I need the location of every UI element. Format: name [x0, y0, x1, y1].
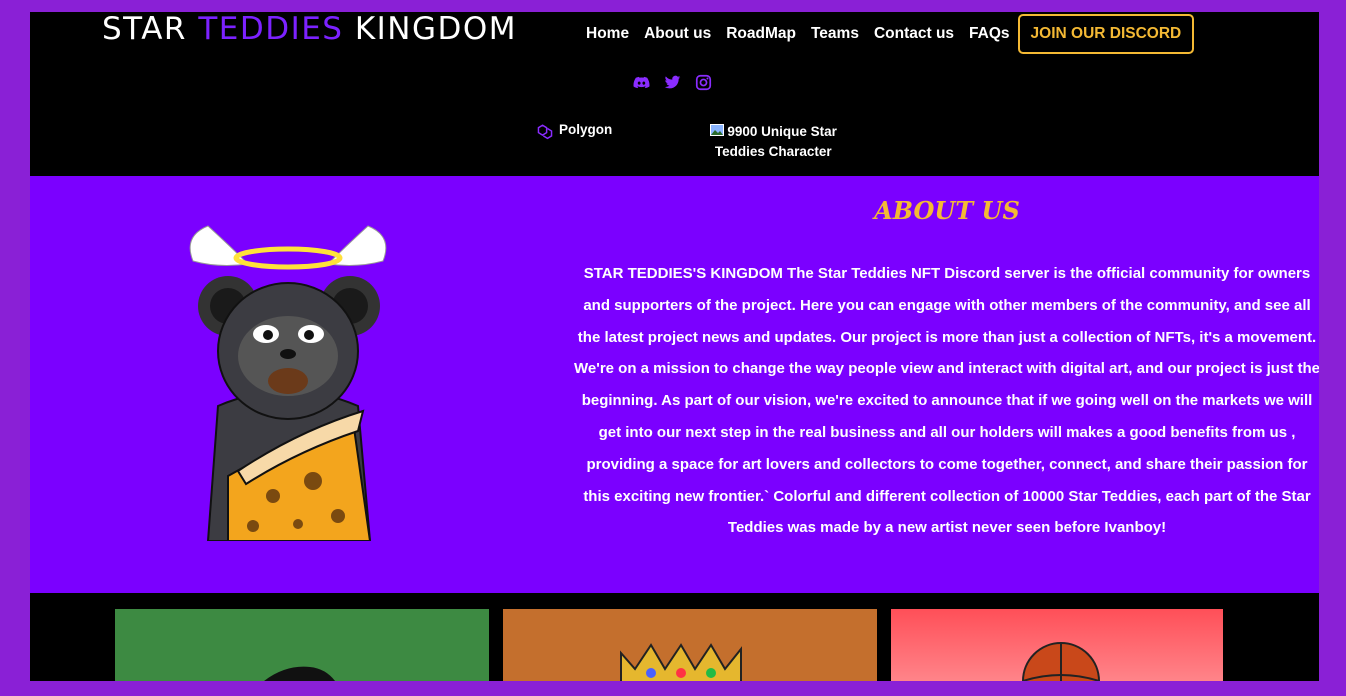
- gallery-card[interactable]: [115, 609, 489, 681]
- project-meta: Polygon 9900 Unique Star Teddies Charact…: [535, 122, 848, 162]
- about-title: ABOUT US: [874, 196, 1020, 225]
- logo-text-star: STAR: [102, 12, 199, 47]
- twitter-icon[interactable]: [664, 74, 681, 91]
- instagram-icon[interactable]: [695, 74, 712, 91]
- gallery-card[interactable]: [891, 609, 1223, 681]
- join-discord-button[interactable]: JOIN OUR DISCORD: [1017, 14, 1195, 54]
- chain-info: Polygon: [535, 122, 612, 162]
- polygon-icon: [535, 122, 555, 143]
- nav-teams[interactable]: Teams: [811, 15, 859, 53]
- discord-icon[interactable]: [633, 74, 650, 91]
- about-body: STAR TEDDIES'S KINGDOM The Star Teddies …: [574, 265, 1319, 537]
- about-section: ABOUT US STAR TEDDIES'S KINGDOM The Star…: [30, 176, 1319, 593]
- supply-label: 9900 Unique Star Teddies Character: [714, 124, 837, 160]
- image-icon: [709, 122, 724, 142]
- chain-label: Polygon: [559, 122, 613, 137]
- supply-info: 9900 Unique Star Teddies Character: [698, 122, 848, 162]
- main-nav: Home About us RoadMap Teams Contact us F…: [586, 14, 1195, 54]
- page-frame: STAR TEDDIES KINGDOM Home About us RoadM…: [30, 12, 1319, 681]
- logo-text-kingdom: KINGDOM: [343, 12, 518, 47]
- star-teddy-image: [178, 206, 398, 542]
- site-header: STAR TEDDIES KINGDOM Home About us RoadM…: [30, 12, 1319, 176]
- nav-home[interactable]: Home: [586, 15, 629, 53]
- nav-about[interactable]: About us: [644, 15, 711, 53]
- social-links: [633, 74, 712, 91]
- site-logo[interactable]: STAR TEDDIES KINGDOM: [102, 12, 517, 46]
- gallery-card[interactable]: [503, 609, 877, 681]
- logo-text-teddies: TEDDIES: [198, 12, 344, 47]
- teddies-gallery: [30, 593, 1319, 681]
- nav-contact[interactable]: Contact us: [874, 15, 954, 53]
- nav-roadmap[interactable]: RoadMap: [726, 15, 796, 53]
- nav-faqs[interactable]: FAQs: [969, 15, 1009, 53]
